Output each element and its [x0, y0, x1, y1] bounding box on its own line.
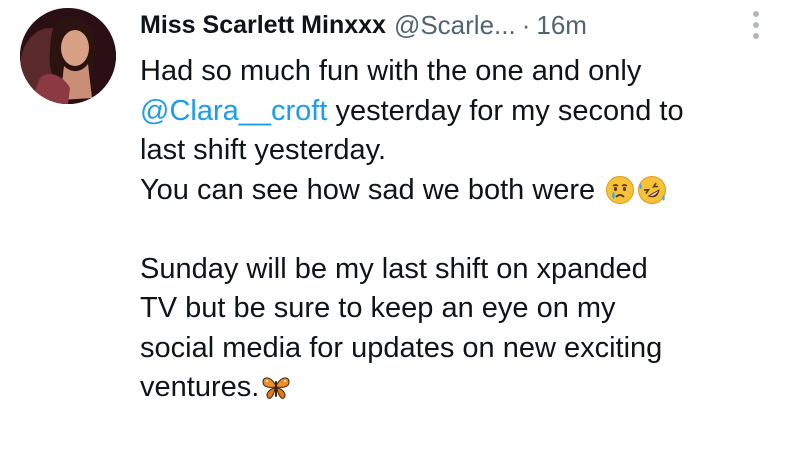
- timestamp[interactable]: 16m: [536, 10, 587, 41]
- avatar-image: [20, 8, 116, 104]
- avatar[interactable]: [20, 8, 116, 104]
- text-line: last shift yesterday.: [140, 134, 387, 166]
- rolling-laughing-emoji: [637, 175, 667, 205]
- text-fragment: ventures.: [140, 371, 260, 403]
- display-name[interactable]: Miss Scarlett Minxxx: [140, 11, 386, 40]
- tweet[interactable]: Miss Scarlett Minxxx @Scarle... · 16m Ha…: [0, 0, 800, 454]
- tweet-header: Miss Scarlett Minxxx @Scarle... · 16m: [140, 6, 587, 44]
- text-line: social media for updates on new exciting: [140, 331, 663, 364]
- more-vertical-icon: [753, 11, 759, 39]
- text-fragment: You can see how sad we both were: [140, 173, 596, 206]
- tweet-text: Had so much fun with the one and only @C…: [140, 52, 780, 408]
- separator-dot: ·: [521, 9, 531, 40]
- mention-link[interactable]: @Clara__croft: [140, 95, 327, 127]
- text-line: Had so much fun with the one and only: [140, 55, 642, 87]
- text-fragment: yesterday for my second to: [327, 94, 684, 127]
- text-line: ventures.: [140, 368, 780, 408]
- text-line: Sunday will be my last shift on xpanded: [140, 252, 648, 285]
- text-line: You can see how sad we both were: [140, 171, 780, 211]
- text-line: TV but be sure to keep an eye on my: [140, 292, 616, 324]
- more-options-button[interactable]: [744, 8, 768, 42]
- text-line: @Clara__croft yesterday for my second to: [140, 92, 780, 132]
- butterfly-emoji: [261, 372, 291, 402]
- crying-face-emoji: [605, 175, 635, 205]
- user-handle[interactable]: @Scarle...: [394, 10, 516, 41]
